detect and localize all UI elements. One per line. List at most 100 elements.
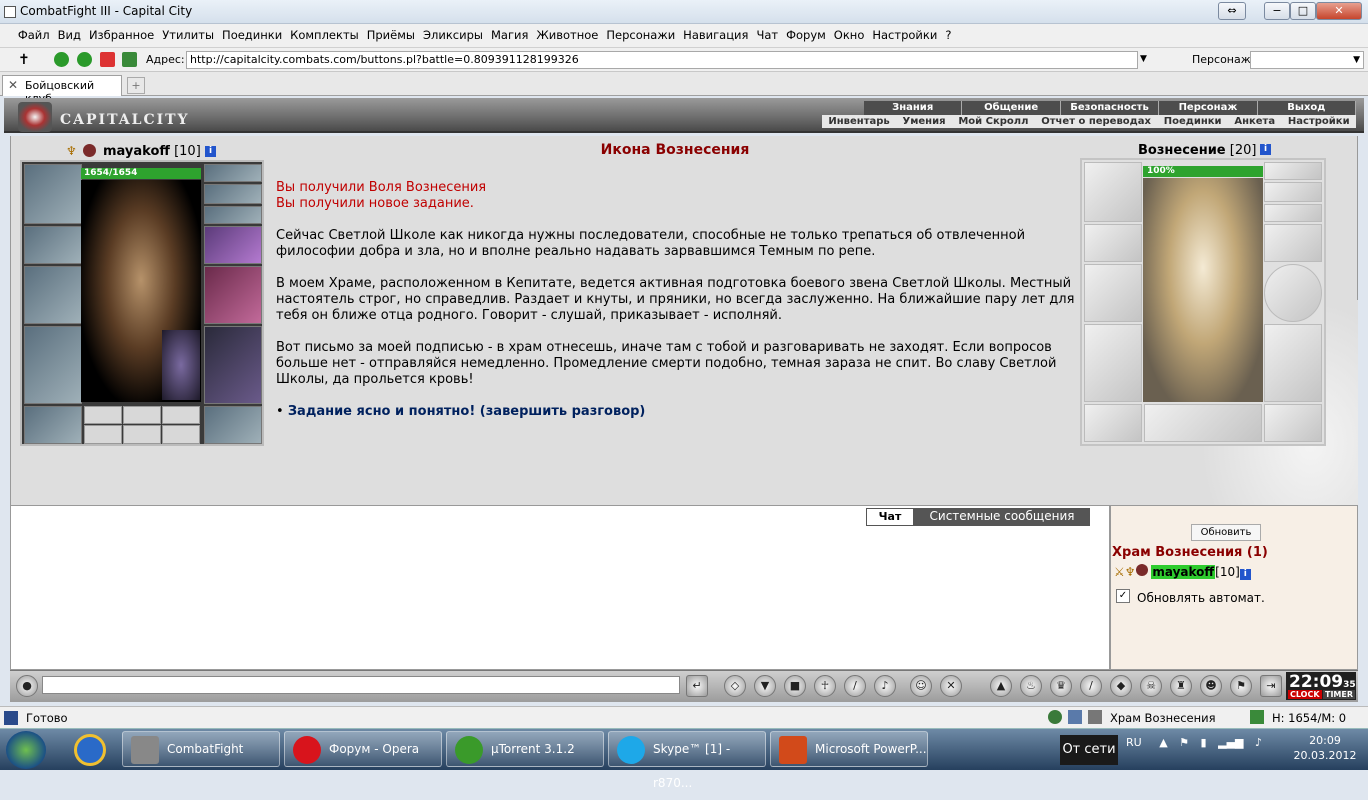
subnav-profile[interactable]: Анкета xyxy=(1234,115,1275,128)
stop-icon[interactable] xyxy=(100,52,115,67)
language-indicator[interactable]: RU xyxy=(1126,736,1142,749)
pin-icon[interactable]: ✝ xyxy=(18,52,30,68)
status-map-icon[interactable] xyxy=(1088,710,1102,724)
close-tab-icon[interactable]: ✕ xyxy=(8,78,18,92)
empty-slot[interactable] xyxy=(123,406,161,424)
crown-icon[interactable]: ♛ xyxy=(1050,675,1072,697)
translit-icon[interactable]: / xyxy=(844,675,866,697)
nav-security[interactable]: Безопасность xyxy=(1061,101,1160,115)
auto-refresh-checkbox[interactable]: ✓ xyxy=(1116,589,1130,603)
send-icon[interactable]: ↵ xyxy=(686,675,708,697)
power-icon[interactable]: ▮ xyxy=(1201,736,1207,749)
clear-icon[interactable]: ✕ xyxy=(940,675,962,697)
status-refresh-icon[interactable] xyxy=(1250,710,1264,724)
menu-elixirs[interactable]: Эликсиры xyxy=(419,24,487,46)
chat-log[interactable] xyxy=(10,505,1110,670)
menu-pet[interactable]: Животное xyxy=(532,24,602,46)
potion-icon[interactable]: ♨ xyxy=(1020,675,1042,697)
menu-window[interactable]: Окно xyxy=(830,24,869,46)
tab-fight-club[interactable]: ✕ Бойцовский клуб xyxy=(2,75,122,105)
flag-icon[interactable]: ⚑ xyxy=(1179,736,1189,749)
armor-slot[interactable] xyxy=(24,326,82,404)
task-opera[interactable]: Форум - Opera xyxy=(284,731,442,767)
belt-slot[interactable] xyxy=(24,406,82,444)
system-clock[interactable]: 20:09 20.03.2012 xyxy=(1290,733,1360,763)
status-log-icon[interactable] xyxy=(1068,710,1082,724)
nav-exit[interactable]: Выход xyxy=(1258,101,1357,115)
rings-slot[interactable] xyxy=(204,206,262,224)
subnav-battles[interactable]: Поединки xyxy=(1164,115,1222,128)
subnav-inventory[interactable]: Инвентарь xyxy=(828,115,889,128)
exit-icon[interactable]: ⇥ xyxy=(1260,675,1282,697)
gloves-slot[interactable] xyxy=(204,226,262,264)
complete-dialog-link[interactable]: Задание ясно и понятно! (завершить разго… xyxy=(288,404,646,419)
offhand-slot[interactable] xyxy=(204,266,262,324)
menu-chat[interactable]: Чат xyxy=(752,24,782,46)
eraser-icon[interactable]: ◇ xyxy=(724,675,746,697)
armor-icon[interactable]: ◆ xyxy=(1110,675,1132,697)
menu-magic[interactable]: Магия xyxy=(487,24,532,46)
clock-label[interactable]: CLOCK xyxy=(1288,690,1322,699)
task-skype[interactable]: Skype™ [1] - r870... xyxy=(608,731,766,790)
menu-favorites[interactable]: Избранное xyxy=(85,24,158,46)
refresh-icon[interactable] xyxy=(122,52,137,67)
nav-knowledge[interactable]: Знания xyxy=(864,101,963,115)
save-icon[interactable]: ■ xyxy=(784,675,806,697)
subnav-skills[interactable]: Умения xyxy=(903,115,946,128)
npc-info-icon[interactable]: i xyxy=(1260,144,1271,155)
nav-social[interactable]: Общение xyxy=(962,101,1061,115)
menu-forum[interactable]: Форум xyxy=(782,24,830,46)
menu-view[interactable]: Вид xyxy=(54,24,85,46)
speaker-icon[interactable]: ● xyxy=(16,675,38,697)
menu-help[interactable]: ? xyxy=(941,24,955,46)
close-button[interactable]: ✕ xyxy=(1316,2,1362,20)
nav-character[interactable]: Персонаж xyxy=(1159,101,1258,115)
signal-icon[interactable]: ▂▄▆ xyxy=(1218,736,1243,749)
forward-icon[interactable] xyxy=(77,52,92,67)
tray-up-icon[interactable]: ▲ xyxy=(1159,736,1167,749)
url-dropdown-icon[interactable]: ▼ xyxy=(1140,54,1147,64)
boots-slot[interactable] xyxy=(204,406,262,444)
bracers-slot[interactable] xyxy=(24,226,82,264)
start-button[interactable] xyxy=(6,731,46,769)
menu-settings[interactable]: Настройки xyxy=(868,24,941,46)
persona-select[interactable]: ▼ xyxy=(1250,51,1364,69)
minimize-button[interactable]: − xyxy=(1264,2,1290,20)
maximize-button[interactable]: □ xyxy=(1290,2,1316,20)
smiley-icon[interactable]: ☺ xyxy=(910,675,932,697)
fighter-icon[interactable]: ☥ xyxy=(814,675,836,697)
menu-utils[interactable]: Утилиты xyxy=(158,24,218,46)
refresh-button[interactable]: Обновить xyxy=(1191,524,1261,541)
timer-label[interactable]: TIMER xyxy=(1323,690,1356,699)
char-name[interactable]: mayakoff xyxy=(103,144,170,159)
menu-tricks[interactable]: Приёмы xyxy=(363,24,419,46)
task-combatfight[interactable]: CombatFight xyxy=(122,731,280,767)
menu-battles[interactable]: Поединки xyxy=(218,24,286,46)
menu-file[interactable]: Файл xyxy=(14,24,54,46)
volume-icon[interactable]: ♪ xyxy=(1255,736,1262,749)
empty-slot[interactable] xyxy=(84,425,122,444)
subnav-transfers[interactable]: Отчет о переводах xyxy=(1041,115,1151,128)
helmet-slot[interactable] xyxy=(24,164,82,224)
subnav-scroll[interactable]: Мой Скролл xyxy=(958,115,1028,128)
earring-slot[interactable] xyxy=(204,164,262,182)
tab-system-messages[interactable]: Системные сообщения xyxy=(914,508,1090,526)
castle-icon[interactable]: ♜ xyxy=(1170,675,1192,697)
status-clock-icon[interactable] xyxy=(1048,710,1062,724)
empty-slot[interactable] xyxy=(162,425,200,444)
user-info-icon[interactable]: i xyxy=(1239,569,1251,580)
user-nick[interactable]: mayakoff xyxy=(1151,565,1216,579)
skull-icon[interactable]: ☠ xyxy=(1140,675,1162,697)
task-utorrent[interactable]: µTorrent 3.1.2 xyxy=(446,731,604,767)
filter-icon[interactable]: ▼ xyxy=(754,675,776,697)
empty-slot[interactable] xyxy=(84,406,122,424)
sword-icon[interactable]: / xyxy=(1080,675,1102,697)
amulet-slot[interactable] xyxy=(204,184,262,204)
task-powerpoint[interactable]: Microsoft PowerP... xyxy=(770,731,928,767)
pet-icon[interactable] xyxy=(162,330,200,400)
chat-input[interactable] xyxy=(42,676,680,694)
weapon-slot[interactable] xyxy=(24,266,82,324)
menu-sets[interactable]: Комплекты xyxy=(286,24,363,46)
legs-slot[interactable] xyxy=(204,326,262,404)
empty-slot[interactable] xyxy=(123,425,161,444)
